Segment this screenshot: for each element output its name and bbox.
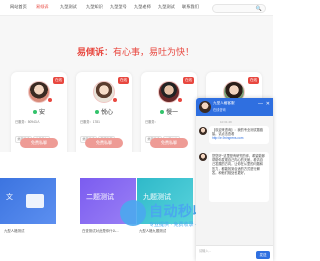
nav-item-contact[interactable]: 联系我们 [182,4,199,10]
top-nav: 网站首页 易倾诉 九型测试 九型知识 九型型号 九型老师 九型测试 联系我们 🔍 [0,0,273,16]
chat-widget[interactable]: 九型人格客服 在线咨询 — ✕ 10:31:49 【欢迎来咨询】：我的专业测试题… [196,98,273,261]
agent-status: 在线咨询 [213,108,226,112]
online-tag: 在线 [183,77,194,84]
test-card[interactable]: 文 [0,178,56,224]
book-icon [26,194,44,208]
slogan-lead: 易倾诉 [77,47,105,57]
free-chat-button[interactable]: 免费私聊 [150,138,188,148]
nav-item-knowledge[interactable]: 九型知识 [86,4,103,10]
counselor-name-text: 安 [38,110,45,116]
counselor-name: 安 [11,107,67,116]
nav-item-type[interactable]: 九型型号 [110,4,127,10]
send-button[interactable]: 发送 [256,251,270,259]
served-count: 已服务：1781 [80,119,100,124]
agent-avatar [199,153,207,161]
served-count: 已服务：50943人 [15,119,40,124]
test-desc[interactable]: 九型人格测试 [4,228,24,233]
counselor-card[interactable]: 在线 安 已服务：50943人 婚恋情感关于子女关于婚恋 免费私聊 [11,72,67,164]
chat-header: 九型人格客服 在线咨询 — ✕ [196,98,273,116]
nav-item-teacher[interactable]: 九型老师 [134,4,151,10]
agent-name: 九型人格客服 [213,101,235,105]
online-dot-icon [159,110,164,115]
search-input[interactable]: 🔍 [212,4,266,13]
test-title: 二题测试 [86,194,114,201]
slogan-rest: ：有心事，易吐为快！ [104,47,195,57]
chat-bubble: 【欢迎来咨询】：我的专业测试题链接，请点击查看 http://e.9xingre… [209,126,269,144]
nav-item-yiqingsu[interactable]: 易倾诉 [36,4,49,10]
chat-bubble: 您您好~这里是有研究的伴，希望能够帮助你发现自己内心的天赋，看清自己发展的方向，… [209,152,269,202]
counselor-name-text: 慢一 [165,110,178,116]
hero-slogan: 易倾诉：有心事，易吐为快！ [77,45,194,58]
chat-input[interactable]: 请输入... [199,248,211,253]
minimize-icon[interactable]: — [258,101,263,107]
nav-item-test[interactable]: 九型测试 [60,4,77,10]
nav-item-test-2[interactable]: 九型测试 [158,4,175,10]
chat-messages: 10:31:49 【欢迎来咨询】：我的专业测试题链接，请点击查看 http://… [196,116,273,261]
counselor-card[interactable]: 在线 悦心 已服务：1781 婚恋情感家庭教育 免费私聊 [76,72,132,164]
free-chat-button[interactable]: 免费私聊 [20,138,58,148]
test-desc[interactable]: 白查测试对此是你什么... [82,228,119,233]
served-text: 已服务：50943人 [15,120,40,124]
online-tag: 在线 [118,77,129,84]
online-tag: 在线 [248,77,259,84]
online-dot-icon [32,110,37,115]
verified-badge-icon [47,97,53,103]
free-chat-button[interactable]: 免费私聊 [85,138,123,148]
online-dot-icon [94,110,99,115]
counselor-card[interactable]: 在线 慢一 已服务： 婚恋情感人际交往 免费私聊 [141,72,197,164]
online-tag: 在线 [53,77,64,84]
message-text: 【欢迎来咨询】：我的专业测试题链接，请点击查看 [212,128,263,137]
served-text: 已服务：1781 [80,120,100,124]
search-icon[interactable]: 🔍 [256,6,262,12]
served-count: 已服务： [145,119,158,124]
agent-avatar [199,127,207,135]
watermark-logo-icon [120,200,146,226]
message-time: 10:31:49 [220,120,232,124]
agent-avatar [199,101,211,113]
message-text: 您您好~这里是有研究的伴，希望能够帮助你发现自己内心的天赋，看清自己发展的方向，… [212,154,265,175]
message-link[interactable]: http://e.9xingrens.com [212,136,243,140]
counselor-name: 慢一 [141,107,197,116]
counselor-name: 悦心 [76,107,132,116]
verified-badge-icon [177,97,183,103]
close-icon[interactable]: ✕ [266,101,270,107]
test-title: 文 [6,194,13,201]
counselor-name-text: 悦心 [100,110,113,116]
nav-item-home[interactable]: 网站首页 [10,4,27,10]
verified-badge-icon [112,97,118,103]
chat-input-bar[interactable]: 请输入... 发送 [196,245,273,261]
served-text: 已服务： [145,120,158,124]
